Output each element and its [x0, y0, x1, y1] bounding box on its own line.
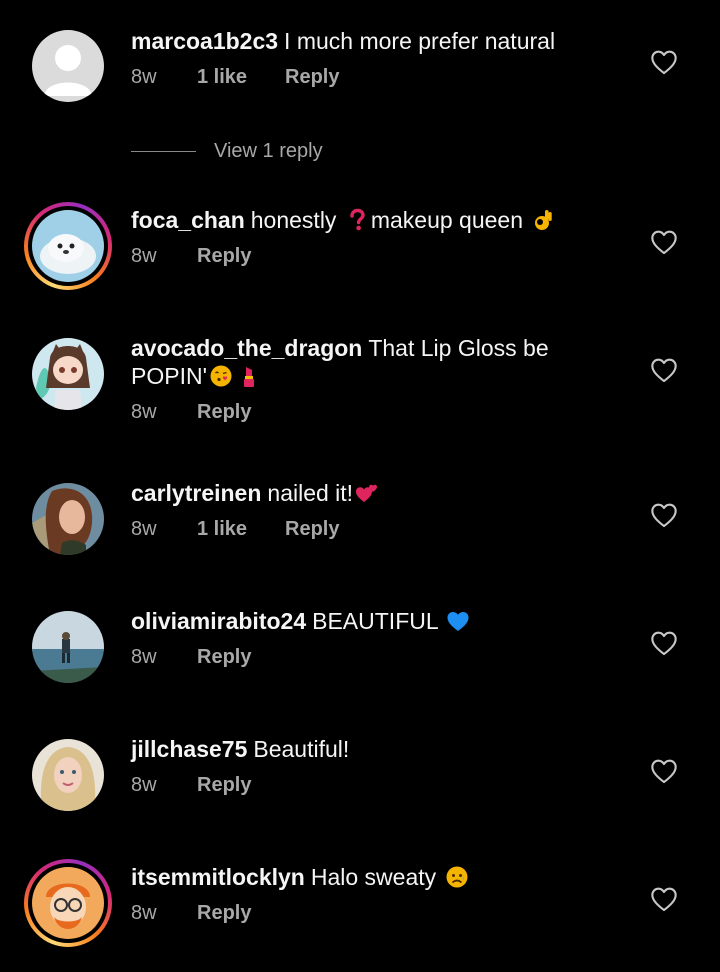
- comment-text: POPIN': [131, 363, 207, 389]
- blonde-woman-photo: [32, 739, 104, 811]
- beach-photo: [32, 611, 104, 683]
- heart-outline-icon[interactable]: [650, 886, 678, 912]
- comment-body: foca_chan honestly makeup queen 8w Reply: [131, 206, 601, 268]
- avatar[interactable]: [32, 338, 104, 410]
- like-count[interactable]: 1 like: [197, 65, 285, 89]
- kissing-face-emoji: [210, 365, 232, 387]
- comment-body: carlytreinen nailed it! 8w 1 like Reply: [131, 479, 601, 541]
- timestamp: 8w: [131, 902, 157, 924]
- lipstick-emoji: [243, 367, 254, 387]
- username[interactable]: itsemmitlocklyn: [131, 864, 305, 890]
- heart-outline-icon[interactable]: [650, 357, 678, 383]
- blue-heart-emoji: [447, 612, 469, 631]
- avatar[interactable]: [32, 483, 104, 555]
- comment-body: oliviamirabito24 BEAUTIFUL 8w Reply: [131, 607, 601, 669]
- view-replies-label: View 1 reply: [214, 140, 323, 162]
- like-count[interactable]: 1 like: [197, 517, 285, 541]
- timestamp: 8w: [131, 401, 157, 423]
- username[interactable]: carlytreinen: [131, 480, 261, 506]
- comment-text: BEAUTIFUL: [312, 608, 438, 634]
- username[interactable]: avocado_the_dragon: [131, 335, 362, 361]
- cartoon-avatar: [32, 867, 104, 939]
- reply-button[interactable]: Reply: [197, 901, 251, 925]
- view-replies-button[interactable]: View 1 reply: [131, 140, 323, 163]
- seal-photo: [32, 210, 104, 282]
- divider: [131, 151, 196, 152]
- avatar[interactable]: [32, 739, 104, 811]
- comment-text: makeup queen: [370, 207, 524, 233]
- timestamp: 8w: [131, 518, 157, 540]
- username[interactable]: foca_chan: [131, 207, 245, 233]
- avatar[interactable]: [32, 30, 104, 102]
- username[interactable]: jillchase75: [131, 736, 247, 762]
- heart-outline-icon[interactable]: [650, 630, 678, 656]
- two-hearts-emoji: [356, 484, 378, 502]
- timestamp: 8w: [131, 66, 157, 88]
- reply-button[interactable]: Reply: [197, 645, 251, 669]
- username[interactable]: marcoa1b2c3: [131, 28, 278, 54]
- reply-button[interactable]: Reply: [197, 400, 251, 424]
- comment-text: Halo sweaty: [310, 864, 437, 890]
- avatar[interactable]: [32, 611, 104, 683]
- reply-button[interactable]: Reply: [285, 517, 339, 541]
- comment-text: honestly: [250, 207, 337, 233]
- reply-button[interactable]: Reply: [285, 65, 339, 89]
- comment-text: nailed it!: [267, 480, 354, 506]
- comment-text: Beautiful!: [253, 736, 350, 762]
- comment-body: itsemmitlocklyn Halo sweaty 8w Reply: [131, 863, 601, 925]
- heart-outline-icon[interactable]: [650, 502, 678, 528]
- comment-text: That Lip Gloss be: [368, 335, 549, 361]
- avatar[interactable]: [24, 202, 112, 290]
- comment-text: I much more prefer natural: [284, 28, 556, 54]
- timestamp: 8w: [131, 646, 157, 668]
- heart-outline-icon[interactable]: [650, 229, 678, 255]
- woman-photo: [32, 483, 104, 555]
- anime-character-avatar: [32, 338, 104, 410]
- comment-body: avocado_the_dragon That Lip Gloss be POPI…: [131, 334, 601, 424]
- reply-button[interactable]: Reply: [197, 773, 251, 797]
- heart-outline-icon[interactable]: [650, 49, 678, 75]
- reply-button[interactable]: Reply: [197, 244, 251, 268]
- comment-body: jillchase75 Beautiful! 8w Reply: [131, 735, 601, 797]
- default-avatar-icon: [32, 30, 104, 102]
- question-mark-emoji: [350, 208, 365, 231]
- timestamp: 8w: [131, 245, 157, 267]
- ok-hand-emoji: [535, 210, 553, 230]
- heart-outline-icon[interactable]: [650, 758, 678, 784]
- timestamp: 8w: [131, 774, 157, 796]
- comment-body: marcoa1b2c3 I much more prefer natural 8w…: [131, 27, 601, 89]
- avatar[interactable]: [24, 859, 112, 947]
- username[interactable]: oliviamirabito24: [131, 608, 306, 634]
- sad-face-emoji: [446, 866, 468, 888]
